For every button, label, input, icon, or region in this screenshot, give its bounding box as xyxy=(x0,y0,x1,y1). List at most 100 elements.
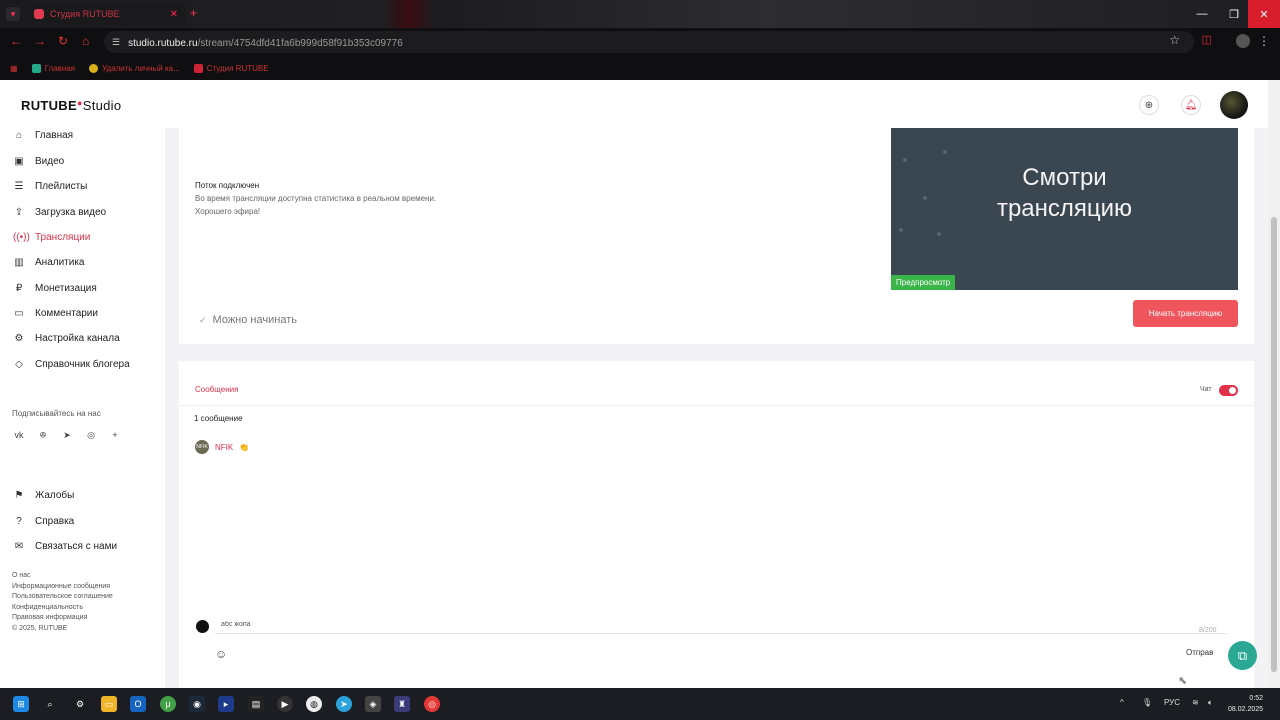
profile-icon[interactable] xyxy=(1236,34,1250,48)
vk-icon[interactable]: vk xyxy=(14,430,24,441)
volume-icon[interactable]: 🔈︎ xyxy=(1208,698,1213,708)
preview-text-line: трансляцию xyxy=(996,195,1133,222)
sidebar-item-comments[interactable]: ▭ Комментарии xyxy=(13,308,98,319)
send-button[interactable]: Отправ xyxy=(1186,648,1213,657)
comment-icon: ▭ xyxy=(14,308,24,319)
sidebar-item-monetization[interactable]: ₽ Монетизация xyxy=(13,283,97,294)
viber-icon[interactable]: ◎ xyxy=(86,430,96,441)
input-avatar xyxy=(196,620,209,633)
utorrent-icon[interactable]: μ xyxy=(160,696,176,712)
forward-icon[interactable]: → xyxy=(34,34,46,48)
main-content: Поток подключен Во время трансляции дост… xyxy=(165,128,1268,688)
scroll-thumb[interactable] xyxy=(1271,217,1277,672)
app-icon[interactable]: ▸ xyxy=(218,696,234,712)
browser-tabbar: ▾ Студия RUTUBE ✕ + — ❐ ✕ xyxy=(0,0,1280,28)
tray-expand-icon[interactable]: ^ xyxy=(1120,698,1124,707)
message-username[interactable]: NFIK xyxy=(215,443,233,452)
page-scrollbar[interactable] xyxy=(1268,80,1280,688)
mouse-cursor-icon: ⬉ xyxy=(1178,675,1188,687)
browser-tab[interactable]: Студия RUTUBE ✕ xyxy=(26,3,186,25)
support-chat-icon[interactable]: ⧉ xyxy=(1228,641,1257,670)
app-icon[interactable]: ◈ xyxy=(365,696,381,712)
notifications-bell-icon[interactable]: 🔔︎ xyxy=(1181,95,1201,115)
sidebar-item-blogger-guide[interactable]: ◇ Справочник блогера xyxy=(13,359,130,370)
sidebar-item-upload[interactable]: ⇪ Загрузка видео xyxy=(13,207,106,218)
emoji-picker-icon[interactable]: ☺ xyxy=(215,647,227,661)
footer-link-legal[interactable]: Правовая информация xyxy=(12,613,113,624)
site-info-icon[interactable]: ☰ xyxy=(112,37,120,48)
sidebar-item-broadcasts[interactable]: ((•)) Трансляции xyxy=(13,232,90,243)
apps-icon[interactable]: ▦ xyxy=(10,64,18,73)
stream-status-title: Поток подключен xyxy=(195,181,260,190)
sidebar-item-contact[interactable]: ✉ Связаться с нами xyxy=(13,541,117,552)
footer-link-about[interactable]: О нас xyxy=(12,571,113,582)
close-window-icon[interactable]: ✕ xyxy=(1248,0,1280,28)
file-explorer-icon[interactable]: ▭ xyxy=(101,696,117,712)
url-field[interactable]: ☰ studio.rutube.ru/stream/4754dfd41fa6b9… xyxy=(104,31,1194,53)
steam-icon[interactable]: ◉ xyxy=(189,696,205,712)
maximize-icon[interactable]: ❐ xyxy=(1218,0,1250,28)
sidebar-item-label: Аналитика xyxy=(35,257,85,268)
tab-messages[interactable]: Сообщения xyxy=(195,385,239,406)
app-icon[interactable]: ♜ xyxy=(394,696,410,712)
bookmark-item[interactable]: Студия RUTUBE xyxy=(193,63,269,73)
close-tab-icon[interactable]: ✕ xyxy=(170,9,178,20)
search-icon[interactable]: ⌕ xyxy=(42,696,58,712)
bookmark-item[interactable]: Главная xyxy=(31,63,75,73)
tab-divider xyxy=(179,405,1254,406)
stream-preview[interactable]: Смотри трансляцию Предпросмотр xyxy=(891,128,1238,290)
sidebar-item-video[interactable]: ▣ Видео xyxy=(13,156,64,167)
minimize-icon[interactable]: — xyxy=(1186,0,1218,28)
bookmark-label: Удалить личный ка... xyxy=(102,63,180,73)
language-indicator[interactable]: РУС xyxy=(1164,698,1180,707)
url-path: /stream/4754dfd41fa6b999d58f91b353c09776 xyxy=(197,38,403,49)
plus-icon[interactable]: + xyxy=(110,430,120,441)
new-tab-icon[interactable]: + xyxy=(190,6,197,20)
start-stream-button[interactable]: Начать трансляцию xyxy=(1133,300,1238,327)
user-avatar[interactable] xyxy=(1220,91,1248,119)
chat-toggle[interactable] xyxy=(1219,385,1238,396)
tab-search-icon[interactable]: ▾ xyxy=(6,7,20,21)
system-clock[interactable]: 0:52 08.02.2025 xyxy=(1228,693,1263,715)
footer-link-news[interactable]: Информационные сообщения xyxy=(12,582,113,593)
bookmark-item[interactable]: Удалить личный ка... xyxy=(89,63,180,73)
telegram-icon[interactable]: ➤ xyxy=(62,430,72,441)
extension-icon[interactable]: ◫ xyxy=(1202,33,1212,46)
microphone-icon[interactable]: 🎙︎ xyxy=(1142,698,1152,707)
wifi-icon[interactable]: ≋ xyxy=(1192,698,1199,707)
sidebar-item-playlists[interactable]: ☰ Плейлисты xyxy=(13,181,88,192)
footer-link-privacy[interactable]: Конфиденциальность xyxy=(12,603,113,614)
home-browser-icon[interactable]: ⌂ xyxy=(82,34,89,48)
add-content-icon[interactable]: ⊕ xyxy=(1139,95,1159,115)
chat-message-input[interactable] xyxy=(215,616,1227,634)
bookmark-favicon-icon xyxy=(193,63,203,73)
broadcast-icon: ((•)) xyxy=(13,232,30,243)
reload-icon[interactable]: ↻ xyxy=(58,34,68,48)
ok-icon[interactable]: ꔮ xyxy=(38,430,48,441)
sidebar-item-label: Монетизация xyxy=(35,283,97,294)
obs-icon[interactable]: ◍ xyxy=(306,696,322,712)
back-icon[interactable]: ← xyxy=(10,34,22,48)
guide-icon: ◇ xyxy=(15,359,23,370)
ready-status: ✓ Можно начинать xyxy=(199,314,297,326)
flag-icon: ⚑ xyxy=(14,490,24,501)
app-icon[interactable]: ▤ xyxy=(248,696,264,712)
message-avatar[interactable]: NFIK xyxy=(195,440,209,454)
chrome-icon[interactable]: ◎ xyxy=(424,696,440,712)
outlook-icon[interactable]: O xyxy=(130,696,146,712)
rutube-studio-logo[interactable]: RUTUBE●Studio xyxy=(21,98,121,113)
settings-app-icon[interactable]: ⚙ xyxy=(72,696,88,712)
browser-menu-icon[interactable]: ⋮ xyxy=(1258,34,1270,48)
windows-start-icon[interactable]: ⊞ xyxy=(13,696,29,712)
sidebar-item-analytics[interactable]: ▥ Аналитика xyxy=(13,257,85,268)
bookmark-star-icon[interactable]: ☆ xyxy=(1169,33,1180,47)
footer-link-terms[interactable]: Пользовательское соглашение xyxy=(12,592,113,603)
sidebar-item-home[interactable]: ⌂ Главная xyxy=(13,130,73,141)
windows-taskbar: ⊞ ⌕ ⚙ ▭ O μ ◉ ▸ ▤ ▶ ◍ ➤ ◈ ♜ ◎ ^ 🎙︎ РУС ≋… xyxy=(0,688,1280,720)
sidebar-item-help[interactable]: ? Справка xyxy=(13,516,74,527)
telegram-app-icon[interactable]: ➤ xyxy=(336,696,352,712)
media-player-icon[interactable]: ▶ xyxy=(277,696,293,712)
sidebar-item-channel-settings[interactable]: ⚙ Настройка канала xyxy=(13,333,120,344)
sidebar-item-complaints[interactable]: ⚑ Жалобы xyxy=(13,490,75,501)
clock-time: 0:52 xyxy=(1249,695,1264,702)
